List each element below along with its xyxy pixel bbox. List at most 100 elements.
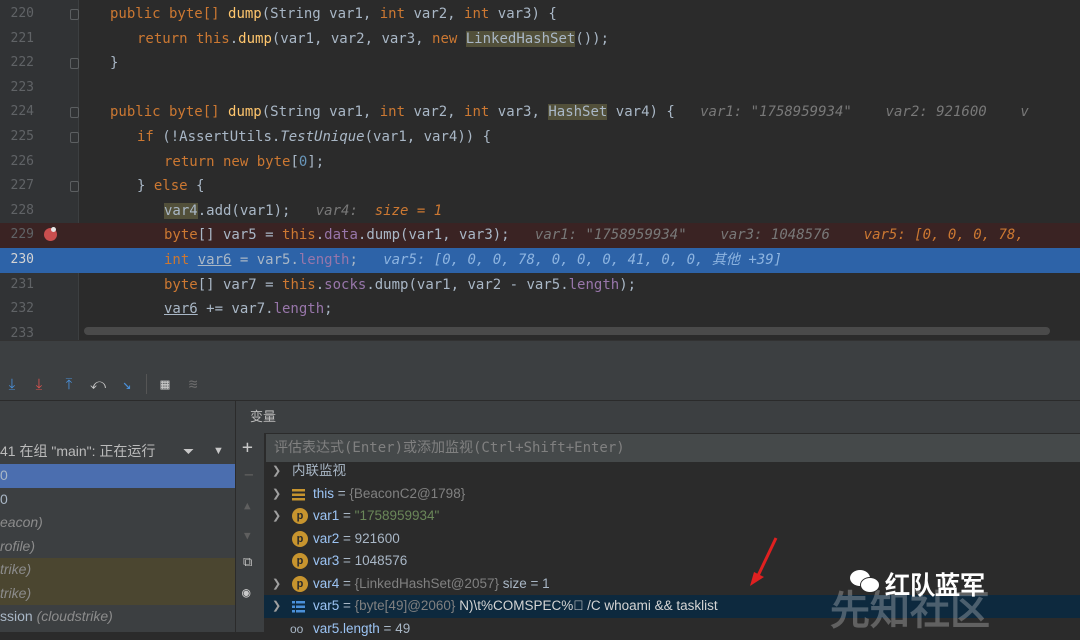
stack-frame[interactable]: trike) <box>0 558 235 582</box>
fold-icon[interactable] <box>70 132 79 143</box>
line-number: 227 <box>0 174 34 199</box>
variable-row-var2[interactable]: p var2 = 921600 <box>264 528 1080 551</box>
code-text: public byte[] dump(String var1, int var2… <box>110 2 557 27</box>
code-text: var6 += var7.length; <box>164 297 333 322</box>
filter-icon[interactable]: ⏷ <box>183 439 194 463</box>
add-watch-icon[interactable]: + <box>242 437 253 458</box>
code-line-224[interactable]: 224 public byte[] dump(String var1, int … <box>0 100 1080 125</box>
code-text: } <box>110 51 118 76</box>
stack-frame[interactable]: 0 <box>0 488 235 512</box>
eye-icon[interactable]: ◉ <box>242 585 250 601</box>
chevron-down-icon[interactable]: ▼ <box>213 439 224 463</box>
breakpoint-icon[interactable] <box>44 228 57 241</box>
force-step-into-icon[interactable]: ⤓ <box>29 374 49 394</box>
step-out-icon[interactable]: ⤒ <box>59 374 79 394</box>
inline-value-hint: var3: 1048576 <box>720 227 830 243</box>
watermark-brand: 红队蓝军 <box>885 566 985 602</box>
code-text: } else { <box>137 174 204 199</box>
wechat-icon <box>850 568 880 594</box>
line-number: 220 <box>0 2 34 27</box>
drop-frame-icon[interactable]: ⤺ <box>88 374 108 394</box>
chevron-right-icon[interactable]: ❯ <box>272 460 282 483</box>
chevron-right-icon[interactable]: ❯ <box>272 573 282 596</box>
code-line-229-breakpoint[interactable]: 229 byte[] var5 = this.data.dump(var1, v… <box>0 223 1080 248</box>
chevron-right-icon[interactable]: ❯ <box>272 595 282 618</box>
code-text: int var6 = var5.length; var5: [0, 0, 0, … <box>164 248 782 273</box>
trace-stream-icon[interactable]: ≋ <box>183 374 203 394</box>
code-text: byte[] var5 = this.data.dump(var1, var3)… <box>164 223 1024 248</box>
code-text: public byte[] dump(String var1, int var2… <box>110 100 1029 125</box>
evaluate-expression-input[interactable]: 评估表达式(Enter)或添加监视(Ctrl+Shift+Enter) <box>266 434 1080 462</box>
inline-value-hint: var2: 921600 <box>886 104 987 120</box>
code-line-223[interactable]: 223 <box>0 76 1080 101</box>
line-number: 224 <box>0 100 34 125</box>
frames-panel: 41 在组 "main": 正在运行 ⏷ ▼ 0 0 eacon) rofile… <box>0 401 235 632</box>
code-line-225[interactable]: 225 if (!AssertUtils.TestUnique(var1, va… <box>0 125 1080 150</box>
line-number: 222 <box>0 51 34 76</box>
debugger-toolbar: ⤓ ⤓ ⤒ ⤺ ↘ ▦ ≋ <box>0 368 1080 401</box>
run-to-cursor-icon[interactable]: ↘ <box>117 374 137 394</box>
thread-selector[interactable]: 41 在组 "main": 正在运行 ⏷ ▼ <box>0 439 235 463</box>
code-text: var4.add(var1); var4: size = 1 <box>164 199 442 224</box>
inline-value-hint: var4: <box>316 203 358 219</box>
variables-title: 变量 <box>250 401 276 433</box>
fold-icon[interactable] <box>70 107 79 118</box>
variable-row-this[interactable]: ❯ this = {BeaconC2@1798} <box>264 483 1080 506</box>
line-number: 230 <box>0 248 34 273</box>
variables-side-toolbar: + − ▲ ▼ ⧉ ◉ <box>236 401 264 632</box>
parameter-icon: p <box>292 576 308 592</box>
stack-frame[interactable]: trike) <box>0 582 235 606</box>
variable-row-var1[interactable]: ❯ p var1 = "1758959934" <box>264 505 1080 528</box>
code-text: return this.dump(var1, var2, var3, new L… <box>137 27 609 52</box>
evaluate-expression-icon[interactable]: ▦ <box>155 374 175 394</box>
copy-icon[interactable]: ⧉ <box>243 555 252 570</box>
code-line-227[interactable]: 227 } else { <box>0 174 1080 199</box>
move-down-icon[interactable]: ▼ <box>244 529 251 542</box>
line-number: 221 <box>0 27 34 52</box>
fold-icon[interactable] <box>70 9 79 20</box>
code-line-230-current[interactable]: 230 int var6 = var5.length; var5: [0, 0,… <box>0 248 1080 273</box>
thread-label: 41 在组 "main": 正在运行 <box>0 439 155 463</box>
line-number: 231 <box>0 273 34 298</box>
stack-frame[interactable]: 0 <box>0 464 235 488</box>
move-up-icon[interactable]: ▲ <box>244 499 251 512</box>
line-number: 229 <box>0 223 34 248</box>
line-number: 232 <box>0 297 34 322</box>
stack-frame[interactable]: eacon) <box>0 511 235 535</box>
fold-icon[interactable] <box>70 58 79 69</box>
code-line-228[interactable]: 228 var4.add(var1); var4: size = 1 <box>0 199 1080 224</box>
code-line-232[interactable]: 232 var6 += var7.length; <box>0 297 1080 322</box>
inline-value-hint: var5: [0, 0, 0, 78, <box>864 227 1024 243</box>
stack-frame[interactable]: ssion (cloudstrike) <box>0 605 235 629</box>
line-number: 233 <box>0 322 34 340</box>
code-line-220[interactable]: 220 public byte[] dump(String var1, int … <box>0 2 1080 27</box>
code-line-222[interactable]: 222 } <box>0 51 1080 76</box>
parameter-icon: p <box>292 531 308 547</box>
fold-icon[interactable] <box>70 181 79 192</box>
line-number: 228 <box>0 199 34 224</box>
code-editor[interactable]: 220 public byte[] dump(String var1, int … <box>0 0 1080 340</box>
parameter-icon: p <box>292 508 308 524</box>
variable-row-inline-watches[interactable]: ❯ 内联监视 <box>264 460 1080 483</box>
chevron-right-icon[interactable]: ❯ <box>272 505 282 528</box>
chevron-right-icon[interactable]: ❯ <box>272 483 282 506</box>
code-text: byte[] var7 = this.socks.dump(var1, var2… <box>164 273 636 298</box>
code-text: if (!AssertUtils.TestUnique(var1, var4))… <box>137 125 491 150</box>
toolbar-separator <box>146 374 147 394</box>
remove-watch-icon[interactable]: − <box>244 465 254 484</box>
code-text: return new byte[0]; <box>164 150 324 175</box>
step-over-icon[interactable]: ⤓ <box>2 374 22 394</box>
variables-title-bar: 变量 <box>236 401 1080 433</box>
line-number: 225 <box>0 125 34 150</box>
stack-frame[interactable]: rofile) <box>0 535 235 559</box>
code-line-231[interactable]: 231 byte[] var7 = this.socks.dump(var1, … <box>0 273 1080 298</box>
inline-value-hint: var5: [0, 0, 0, 78, 0, 0, 0, 41, 0, 0, 其… <box>383 252 782 268</box>
field-icon <box>292 488 305 501</box>
tool-window-divider <box>0 340 1080 369</box>
line-number: 226 <box>0 150 34 175</box>
parameter-icon: p <box>292 553 308 569</box>
array-icon <box>292 600 305 613</box>
code-line-221[interactable]: 221 return this.dump(var1, var2, var3, n… <box>0 27 1080 52</box>
horizontal-scrollbar[interactable] <box>84 327 1050 335</box>
code-line-226[interactable]: 226 return new byte[0]; <box>0 150 1080 175</box>
